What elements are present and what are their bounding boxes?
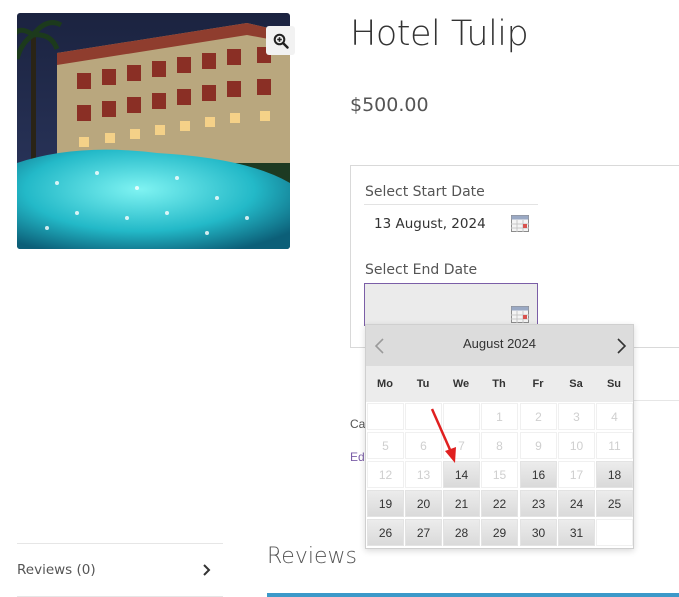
calendar-day[interactable]: 27	[405, 519, 442, 546]
weekday-header: Mo	[377, 378, 393, 390]
chevron-right-icon	[203, 564, 211, 576]
datepicker-weekdays: Mo Tu We Th Fr Sa Su	[366, 366, 633, 402]
calendar-day[interactable]: 14	[443, 461, 480, 488]
start-date-input[interactable]: 13 August, 2024	[374, 216, 486, 232]
calendar-day: 10	[558, 432, 595, 459]
calendar-day: 2	[520, 403, 557, 430]
calendar-day: 17	[558, 461, 595, 488]
datepicker-popup: August 2024 Mo Tu We Th Fr Sa Su 1 2 3 4 5 6 7 8 9 10 11…	[365, 324, 634, 549]
calendar-empty-cell	[443, 403, 480, 430]
reviews-heading: Reviews	[267, 544, 357, 569]
zoom-button[interactable]	[266, 26, 295, 55]
calendar-day: 1	[481, 403, 518, 430]
calendar-empty-cell	[367, 403, 404, 430]
calendar-day[interactable]: 28	[443, 519, 480, 546]
calendar-day: 15	[481, 461, 518, 488]
calendar-icon[interactable]	[511, 306, 529, 323]
calendar-day[interactable]: 21	[443, 490, 480, 517]
reviews-accent-bar	[267, 593, 679, 597]
calendar-day[interactable]: 20	[405, 490, 442, 517]
calendar-day[interactable]: 19	[367, 490, 404, 517]
calendar-day[interactable]: 26	[367, 519, 404, 546]
calendar-day: 6	[405, 432, 442, 459]
weekday-header: Tu	[416, 378, 430, 390]
calendar-day[interactable]: 16	[520, 461, 557, 488]
calendar-day: 9	[520, 432, 557, 459]
chevron-right-icon[interactable]	[612, 337, 630, 355]
weekday-header: We	[452, 378, 470, 390]
product-price: $500.00	[350, 94, 429, 116]
calendar-day: 8	[481, 432, 518, 459]
weekday-header: Su	[606, 378, 622, 390]
weekday-header: Sa	[569, 378, 583, 390]
calendar-day: 12	[367, 461, 404, 488]
product-image[interactable]	[17, 13, 290, 249]
tab-reviews-label: Reviews (0)	[17, 562, 96, 578]
tab-reviews[interactable]: Reviews (0)	[17, 543, 223, 597]
calendar-day: 11	[596, 432, 633, 459]
product-title: Hotel Tulip	[350, 14, 529, 54]
calendar-day[interactable]: 24	[558, 490, 595, 517]
calendar-day[interactable]: 30	[520, 519, 557, 546]
divider	[633, 400, 679, 401]
calendar-day: 4	[596, 403, 633, 430]
calendar-empty-cell	[405, 403, 442, 430]
datepicker-header: August 2024	[366, 325, 633, 366]
start-date-divider	[364, 204, 538, 205]
calendar-day[interactable]: 18	[596, 461, 633, 488]
calendar-day: 5	[367, 432, 404, 459]
calendar-day: 3	[558, 403, 595, 430]
hotel-pool-photo	[17, 13, 290, 249]
weekday-header: Fr	[532, 378, 544, 390]
calendar-day[interactable]: 25	[596, 490, 633, 517]
calendar-day: 13	[405, 461, 442, 488]
start-date-label: Select Start Date	[365, 184, 485, 200]
magnify-plus-icon	[273, 33, 289, 49]
weekday-header: Th	[492, 378, 506, 390]
calendar-day[interactable]: 31	[558, 519, 595, 546]
end-date-label: Select End Date	[365, 262, 478, 278]
calendar-day[interactable]: 29	[481, 519, 518, 546]
datepicker-month-label: August 2024	[462, 336, 536, 351]
calendar-day[interactable]: 23	[520, 490, 557, 517]
calendar-empty-cell	[596, 519, 633, 546]
calendar-icon[interactable]	[511, 215, 529, 232]
calendar-day[interactable]: 22	[481, 490, 518, 517]
calendar-day: 7	[443, 432, 480, 459]
